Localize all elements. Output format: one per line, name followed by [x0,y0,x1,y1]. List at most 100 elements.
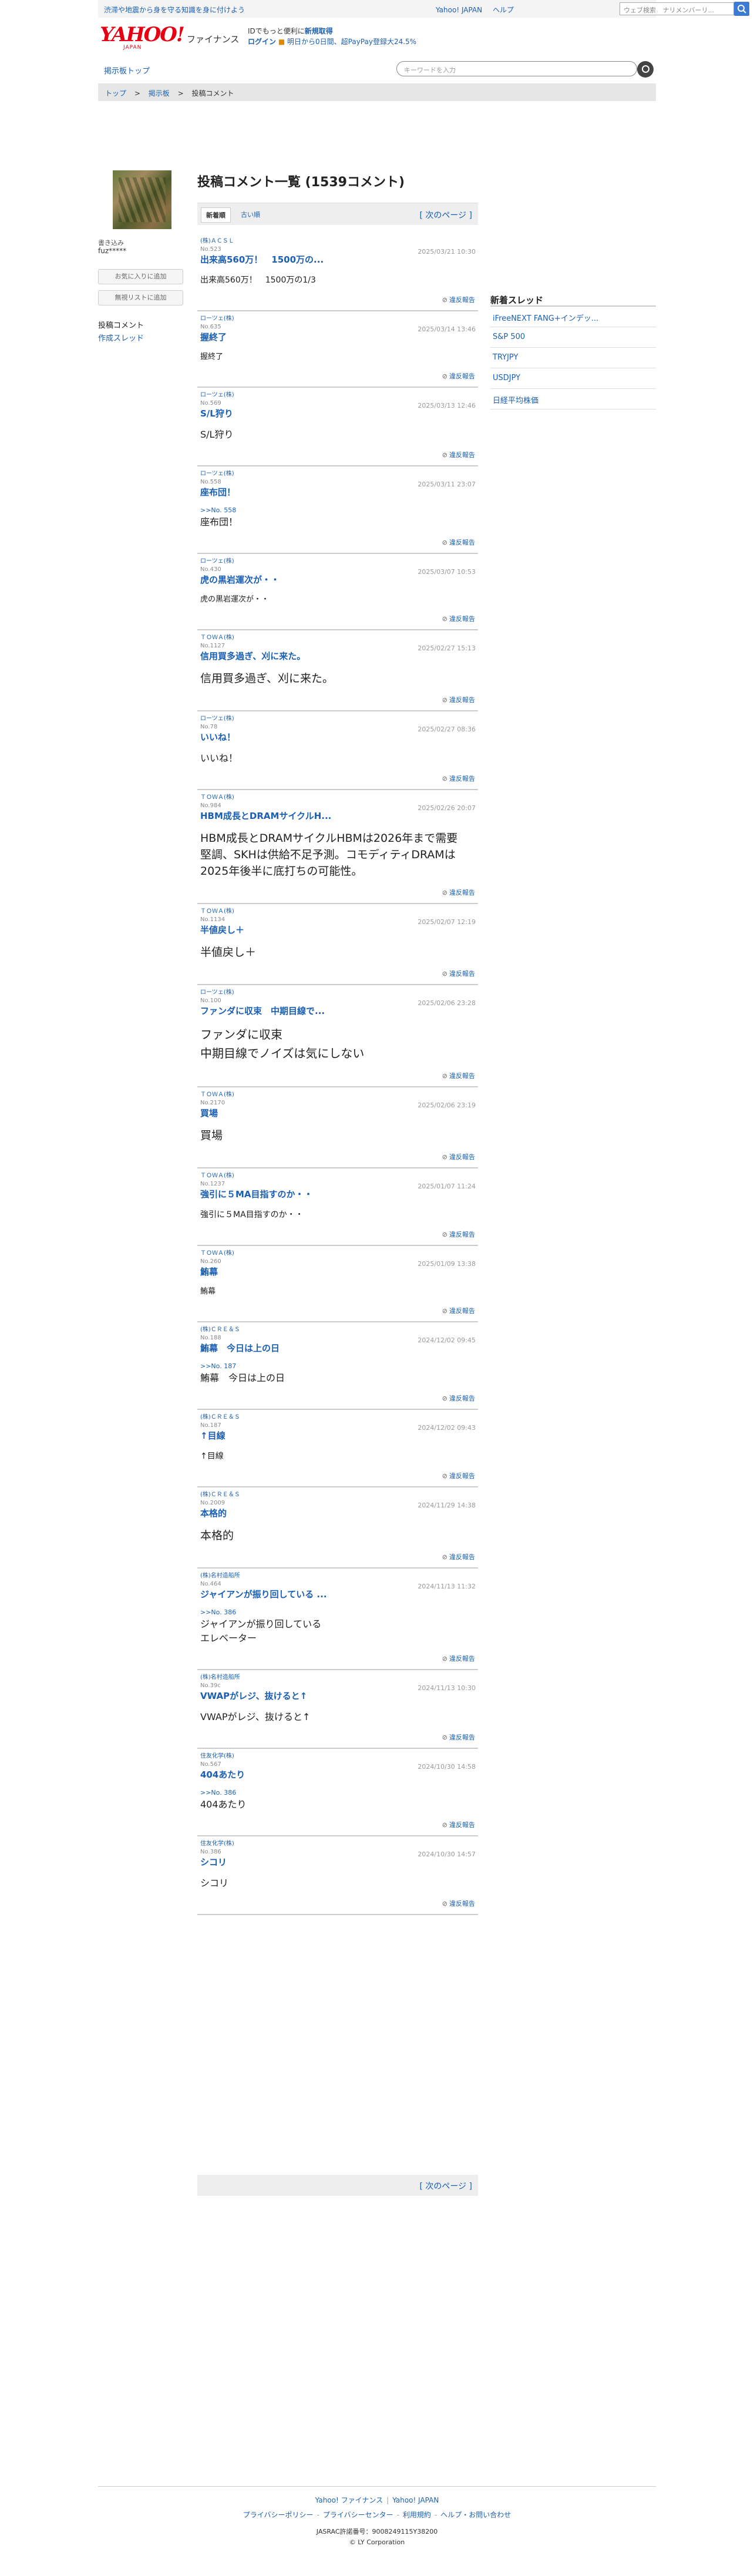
keyword-search-input[interactable]: キーワードを入力 [396,61,637,76]
report-violation-link[interactable]: 違反報告 [200,1820,475,1829]
comment-title-link[interactable]: 座布団！ [200,486,475,498]
breadcrumb-board[interactable]: 掲示板 [149,89,170,98]
footer-finance-link[interactable]: Yahoo! ファイナンス [315,2496,383,2504]
company-link[interactable]: (株)ＣＲＥ＆Ｓ [200,1326,475,1334]
comment-title-link[interactable]: HBM成長とDRAMサイクルH... [200,810,475,822]
company-link[interactable]: (株)ＡＣＳＬ [200,237,475,246]
report-violation-link[interactable]: 違反報告 [200,1393,475,1403]
help-link[interactable]: ヘルプ [493,6,514,14]
reply-to-link[interactable]: >>No. 558 [200,506,475,514]
menu-threads[interactable]: 作成スレッド [98,332,144,343]
company-link[interactable]: ローツェ(株) [200,391,475,399]
company-link[interactable]: ローツェ(株) [200,989,475,997]
report-violation-link[interactable]: 違反報告 [200,614,475,623]
thread-link[interactable]: USDJPY [490,368,656,389]
report-violation-link[interactable]: 違反報告 [200,695,475,704]
comment-title-link[interactable]: シコリ [200,1856,475,1868]
company-link[interactable]: ローツェ(株) [200,470,475,478]
reply-to-link[interactable]: >>No. 386 [200,1789,475,1796]
comment-title-link[interactable]: VWAPがレジ、抜けると↑ [200,1690,475,1702]
company-link[interactable]: ＴＯＷＡ(株) [200,794,475,802]
company-link[interactable]: ＴＯＷＡ(株) [200,1091,475,1099]
report-violation-link[interactable]: 違反報告 [200,1152,475,1161]
report-violation-link[interactable]: 違反報告 [200,1230,475,1239]
company-link[interactable]: ローツェ(株) [200,557,475,566]
next-page-link[interactable]: [ 次のページ ] [419,209,472,221]
board-top-link[interactable]: 掲示板トップ [104,65,150,76]
comment-title-link[interactable]: 信用買多過ぎ、刈に来た。 [200,650,475,662]
report-violation-link[interactable]: 違反報告 [200,1899,475,1908]
comment-title-link[interactable]: 本格的 [200,1507,475,1519]
company-link[interactable]: ローツェ(株) [200,715,475,723]
next-page-link-bottom[interactable]: [ 次のページ ] [419,2180,472,2192]
yahoo-logo[interactable]: YAHOO! JAPAN [100,25,185,52]
comment-title-link[interactable]: 鮪幕 [200,1266,475,1278]
company-link[interactable]: (株)ＣＲＥ＆Ｓ [200,1491,475,1499]
report-violation-link[interactable]: 違反報告 [200,774,475,783]
web-search-input[interactable]: ウェブ検索 ナリメンバーリ... [620,2,734,15]
report-violation-link[interactable]: 違反報告 [200,295,475,304]
report-violation-link[interactable]: 違反報告 [200,371,475,381]
reply-to-link[interactable]: >>No. 386 [200,1608,475,1616]
help-contact-link[interactable]: ヘルプ・お問い合わせ [440,2511,511,2519]
company-link[interactable]: 住友化学(株) [200,1752,475,1761]
yahoo-japan-link[interactable]: Yahoo! JAPAN [436,6,482,14]
comment-title-link[interactable]: 強引に５MA目指すのか・・ [200,1188,475,1200]
company-link[interactable]: ＴＯＷＡ(株) [200,634,475,642]
comment-title-link[interactable]: 鮪幕 今日は上の日 [200,1342,475,1354]
comment-title-link[interactable]: 出来高560万！ 1500万の... [200,254,475,266]
reply-to-link[interactable]: >>No. 187 [200,1362,475,1370]
finance-service-name[interactable]: ファイナンス [187,33,239,45]
privacy-center-link[interactable]: プライバシーセンター [323,2511,393,2519]
comment-title-link[interactable]: 404あたり [200,1769,475,1781]
web-search-button[interactable] [734,2,749,16]
comment-title-link[interactable]: ファンダに収束 中期目線で... [200,1005,475,1017]
report-violation-link[interactable]: 違反報告 [200,888,475,897]
report-violation-link[interactable]: 違反報告 [200,969,475,978]
comment-title-link[interactable]: 半値戻し＋ [200,924,475,936]
report-violation-link[interactable]: 違反報告 [200,450,475,459]
comment-title-link[interactable]: ↑目線 [200,1430,475,1442]
menu-comments[interactable]: 投稿コメント [98,319,144,330]
comment-title-link[interactable]: 買場 [200,1107,475,1119]
comment-item: ＴＯＷＡ(株)No.2602025/01/09 13:38鮪幕鮪幕違反報告 [197,1246,478,1322]
add-favorite-button[interactable]: お気に入りに追加 [98,269,183,284]
login-link[interactable]: ログイン [248,38,276,46]
comment-title-link[interactable]: ジャイアンが振り回している ... [200,1588,475,1600]
company-link[interactable]: (株)名村造船所 [200,1674,475,1682]
comment-title-link[interactable]: S/L狩り [200,408,475,419]
signup-link[interactable]: 新規取得 [305,27,333,35]
company-link[interactable]: ＴＯＷＡ(株) [200,908,475,916]
company-link[interactable]: (株)名村造船所 [200,1572,475,1580]
thread-link[interactable]: S&P 500 [490,327,656,348]
report-violation-link[interactable]: 違反報告 [200,1306,475,1315]
company-link[interactable]: (株)ＣＲＥ＆Ｓ [200,1413,475,1422]
footer-yahoo-link[interactable]: Yahoo! JAPAN [392,2496,439,2504]
report-violation-link[interactable]: 違反報告 [200,1071,475,1080]
comment-title-link[interactable]: いいね！ [200,731,475,743]
privacy-policy-link[interactable]: プライバシーポリシー [243,2511,314,2519]
top-promo-link[interactable]: 渋滞や地震から身を守る知識を身に付けよう [104,5,245,15]
thread-link[interactable]: iFreeNEXT FANG+インデッ... [490,307,656,327]
company-link[interactable]: ＴＯＷＡ(株) [200,1250,475,1258]
company-link[interactable]: 住友化学(株) [200,1840,475,1848]
report-violation-link[interactable]: 違反報告 [200,538,475,547]
terms-link[interactable]: 利用規約 [403,2511,431,2519]
paypay-promo-link[interactable]: 明日から0日間、超PayPay登録大24.5% [287,38,416,46]
company-link[interactable]: ローツェ(株) [200,315,475,323]
comment-item: (株)ＡＣＳＬ No.523 2025/03/21 10:30 出来高560万！ 15… [197,234,478,311]
tab-newest[interactable]: 新着順 [201,207,231,223]
add-ignore-button[interactable]: 無視リストに追加 [98,290,183,305]
report-violation-link[interactable]: 違反報告 [200,1654,475,1663]
report-violation-link[interactable]: 違反報告 [200,1732,475,1742]
comment-title-link[interactable]: 虎の黒岩運次が・・ [200,574,475,586]
comment-title-link[interactable]: 握終了 [200,331,475,343]
report-violation-link[interactable]: 違反報告 [200,1471,475,1480]
tab-oldest[interactable]: 古い順 [236,207,265,221]
thread-link[interactable]: 日経平均株価 [490,389,656,409]
keyword-search-button[interactable] [637,61,654,78]
report-violation-link[interactable]: 違反報告 [200,1552,475,1561]
company-link[interactable]: ＴＯＷＡ(株) [200,1172,475,1180]
breadcrumb-top[interactable]: トップ [105,89,126,98]
thread-link[interactable]: TRYJPY [490,348,656,368]
